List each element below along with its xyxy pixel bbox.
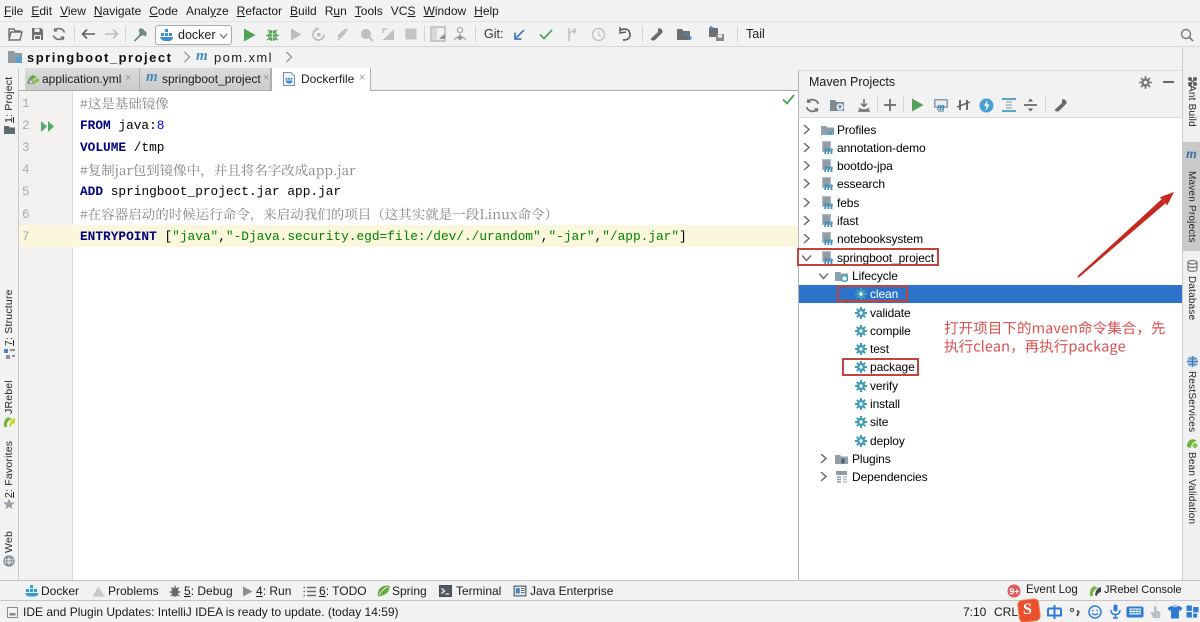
svg-text:9+: 9+	[1009, 586, 1019, 596]
svg-text:m: m	[937, 102, 945, 112]
